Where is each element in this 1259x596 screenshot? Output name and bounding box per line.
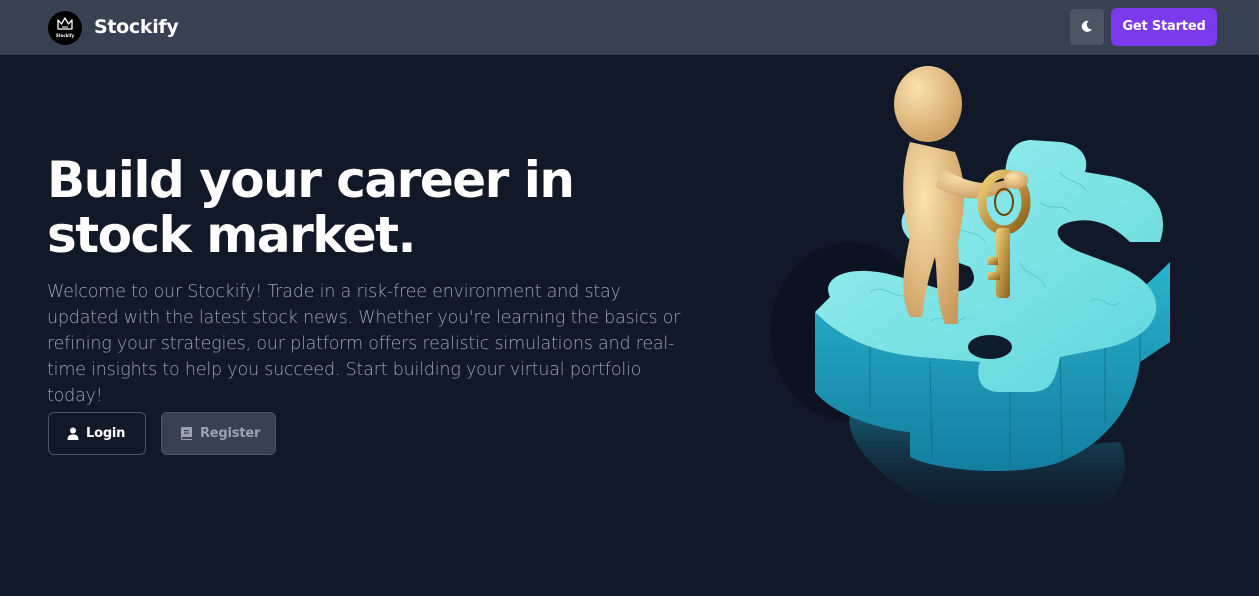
book-icon bbox=[181, 427, 192, 440]
hero-title-line2: stock market. bbox=[47, 206, 417, 264]
moon-icon bbox=[1081, 20, 1093, 32]
hero-title-line1: Build your career in bbox=[47, 151, 575, 209]
login-button[interactable]: Login bbox=[48, 412, 146, 455]
register-label: Register bbox=[200, 426, 261, 441]
theme-toggle-button[interactable] bbox=[1070, 9, 1104, 45]
hero-illustration bbox=[770, 66, 1170, 533]
hero-title: Build your career in stock market. bbox=[47, 153, 647, 263]
crown-icon bbox=[57, 17, 73, 30]
logo[interactable]: Stockify bbox=[48, 11, 82, 45]
login-label: Login bbox=[86, 426, 126, 441]
navbar: Stockify Stockify Get Started bbox=[0, 0, 1259, 55]
hero-description: Welcome to our Stockify! Trade in a risk… bbox=[47, 282, 681, 406]
logo-text: Stockify bbox=[55, 33, 75, 38]
brand-name[interactable]: Stockify bbox=[94, 16, 179, 38]
get-started-button[interactable]: Get Started bbox=[1111, 8, 1217, 46]
register-button[interactable]: Register bbox=[161, 412, 276, 455]
user-icon bbox=[67, 427, 79, 440]
